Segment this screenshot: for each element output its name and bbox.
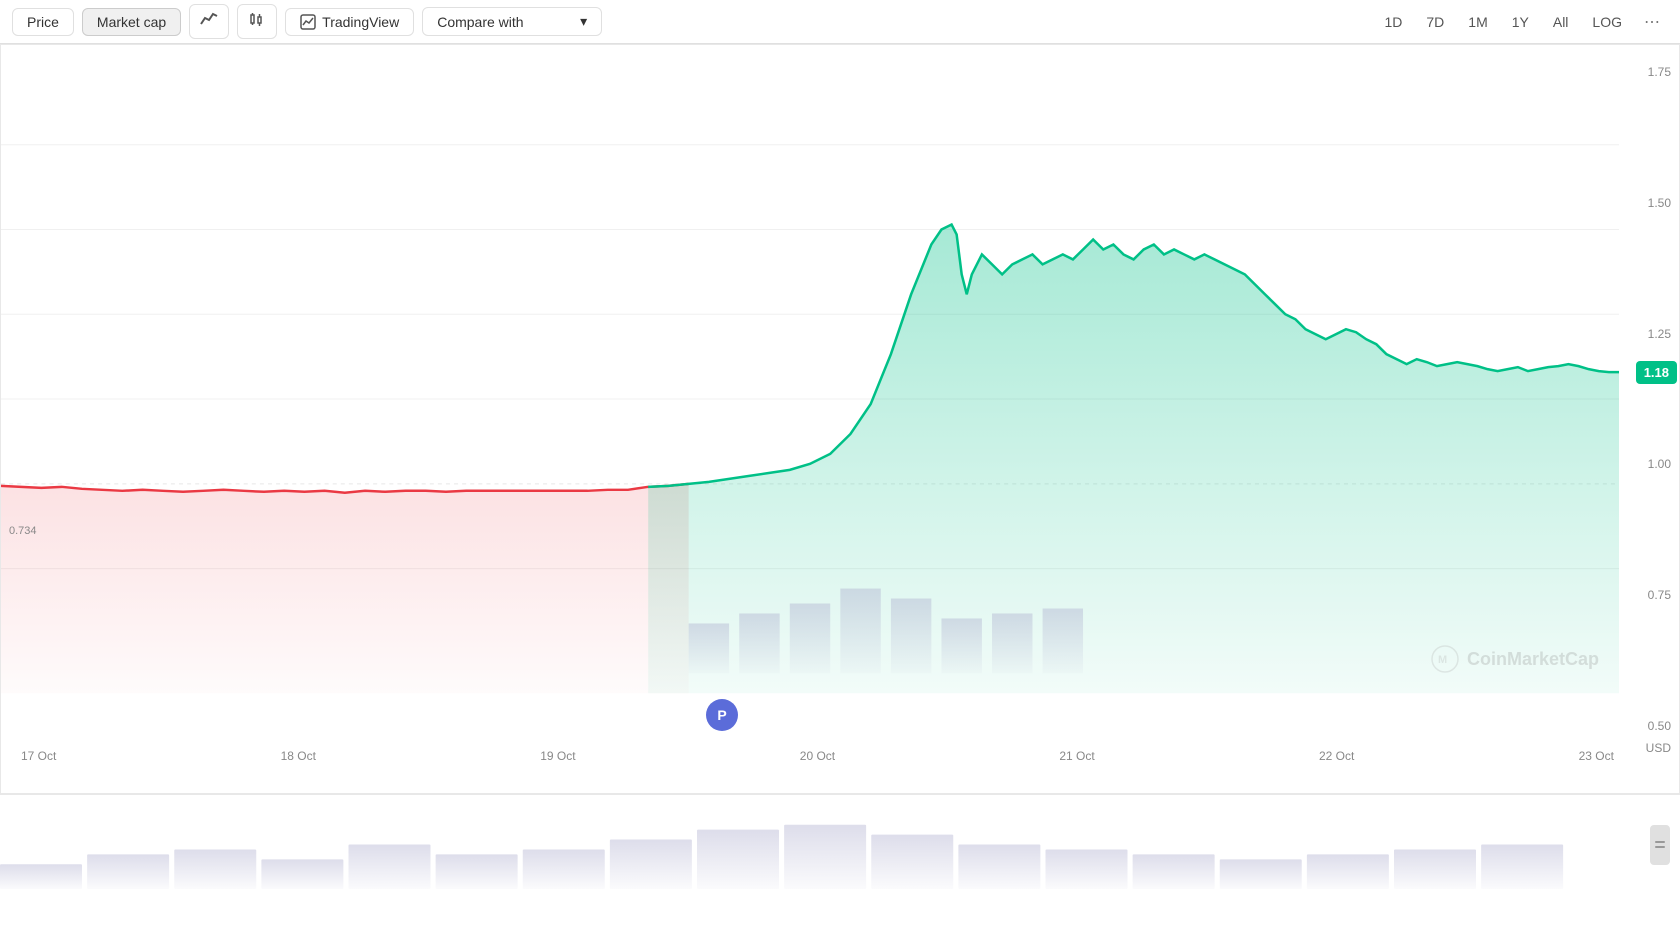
y-label-125: 1.25: [1619, 327, 1671, 341]
y-label-150: 1.50: [1619, 196, 1671, 210]
scroll-handle[interactable]: [1650, 825, 1670, 865]
x-label-20oct: 20 Oct: [800, 749, 835, 763]
x-label-21oct: 21 Oct: [1059, 749, 1094, 763]
watermark: M CoinMarketCap: [1431, 645, 1599, 673]
tf-1y[interactable]: 1Y: [1502, 9, 1539, 35]
svg-text:M: M: [1438, 654, 1447, 666]
scroll-line: [1655, 846, 1665, 848]
x-label-18oct: 18 Oct: [281, 749, 316, 763]
chevron-down-icon: ▾: [580, 13, 587, 30]
y-label-175: 1.75: [1619, 65, 1671, 79]
mini-chart[interactable]: [0, 794, 1680, 894]
y-label-075: 0.75: [1619, 588, 1671, 602]
line-chart-button[interactable]: [189, 4, 229, 39]
current-price-badge: 1.18: [1636, 361, 1677, 384]
market-cap-button[interactable]: Market cap: [82, 8, 181, 36]
y-label-100: 1.00: [1619, 457, 1671, 471]
main-chart: 1.75 1.50 1.25 1.00 0.75 0.50 17 Oct 18 …: [0, 44, 1680, 794]
start-price-label: 0.734: [9, 525, 37, 537]
currency-label: USD: [1646, 741, 1671, 755]
chart-toolbar: Price Market cap TradingView Compare wit…: [0, 0, 1680, 44]
compare-label: Compare with: [437, 14, 523, 30]
nav-pin[interactable]: P: [706, 699, 738, 731]
watermark-text: CoinMarketCap: [1467, 649, 1599, 670]
price-button[interactable]: Price: [12, 8, 74, 36]
tf-all[interactable]: All: [1543, 9, 1579, 35]
tradingview-label: TradingView: [322, 14, 399, 30]
tf-1m[interactable]: 1M: [1458, 9, 1497, 35]
y-label-050: 0.50: [1619, 719, 1671, 733]
tf-7d[interactable]: 7D: [1416, 9, 1454, 35]
tf-log[interactable]: LOG: [1582, 9, 1632, 35]
tf-1d[interactable]: 1D: [1374, 9, 1412, 35]
x-axis: 17 Oct 18 Oct 19 Oct 20 Oct 21 Oct 22 Oc…: [21, 749, 1614, 763]
y-axis: 1.75 1.50 1.25 1.00 0.75 0.50: [1619, 45, 1679, 793]
candle-chart-button[interactable]: [237, 4, 277, 39]
more-options-button[interactable]: ⋯: [1636, 7, 1668, 37]
compare-dropdown[interactable]: Compare with ▾: [422, 7, 602, 36]
mini-chart-svg: [0, 795, 1640, 894]
x-label-22oct: 22 Oct: [1319, 749, 1354, 763]
x-label-17oct: 17 Oct: [21, 749, 56, 763]
tradingview-button[interactable]: TradingView: [285, 8, 414, 36]
timeframe-group: 1D 7D 1M 1Y All LOG ⋯: [1374, 7, 1668, 37]
x-label-23oct: 23 Oct: [1579, 749, 1614, 763]
scroll-line: [1655, 841, 1665, 843]
x-label-19oct: 19 Oct: [540, 749, 575, 763]
price-chart-svg: [1, 45, 1619, 793]
